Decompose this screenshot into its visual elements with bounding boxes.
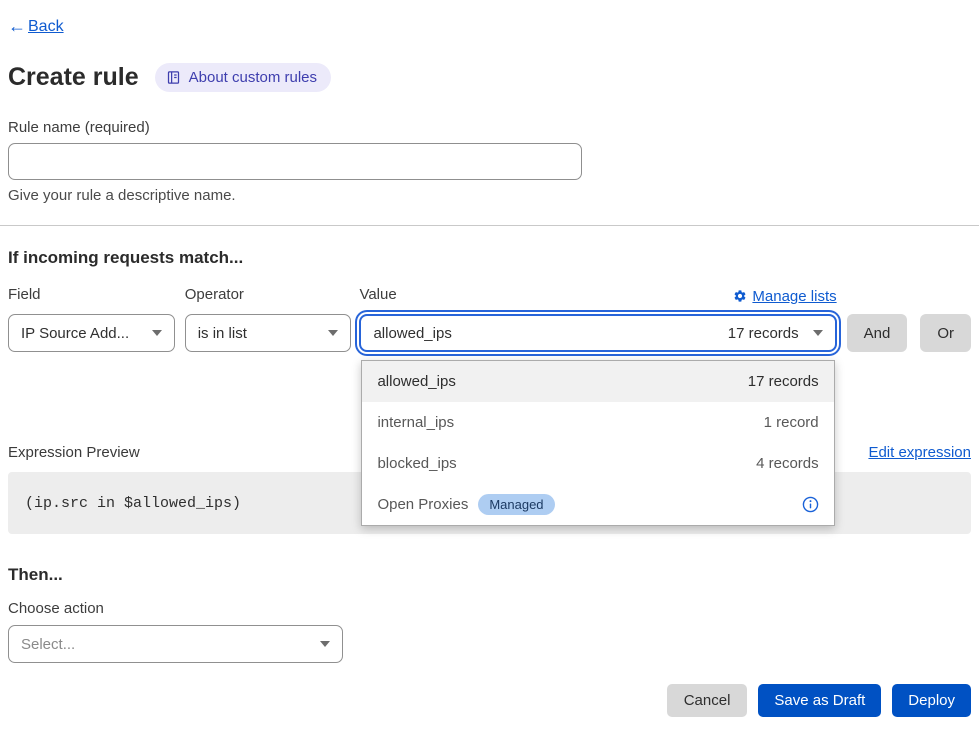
field-select[interactable]: IP Source Add... (8, 314, 175, 352)
list-option-open-proxies[interactable]: Open Proxies Managed (362, 484, 833, 525)
book-icon (166, 70, 181, 85)
action-select[interactable]: Select... (8, 625, 343, 663)
action-select-placeholder: Select... (21, 636, 75, 653)
match-section-heading: If incoming requests match... (8, 248, 971, 268)
gear-icon (733, 289, 747, 303)
list-option-name: blocked_ips (377, 455, 456, 472)
manage-lists-label[interactable]: Manage lists (752, 288, 836, 305)
expression-preview-label: Expression Preview (8, 444, 140, 461)
info-icon[interactable] (802, 496, 819, 513)
operator-label: Operator (185, 286, 352, 306)
arrow-left-icon: ← (8, 16, 26, 37)
chevron-down-icon (813, 330, 823, 336)
manage-lists-link[interactable]: Manage lists (733, 288, 836, 305)
chevron-down-icon (320, 641, 330, 647)
field-select-value: IP Source Add... (21, 325, 129, 342)
choose-action-label: Choose action (8, 600, 971, 617)
back-row: ← Back (8, 16, 971, 37)
rule-name-label: Rule name (required) (8, 119, 971, 136)
value-select-count: 17 records (728, 325, 799, 342)
or-button[interactable]: Or (920, 314, 971, 352)
managed-badge: Managed (478, 494, 554, 515)
chevron-down-icon (328, 330, 338, 336)
list-option-blocked-ips[interactable]: blocked_ips 4 records (362, 443, 833, 484)
expression-code: (ip.src in $allowed_ips) (25, 495, 241, 512)
title-row: Create rule About custom rules (8, 63, 971, 92)
edit-expression-link[interactable]: Edit expression (868, 444, 971, 461)
page-title: Create rule (8, 63, 139, 92)
deploy-button[interactable]: Deploy (892, 684, 971, 717)
list-option-count: 17 records (748, 373, 819, 390)
operator-select-value: is in list (198, 325, 247, 342)
back-link[interactable]: Back (28, 18, 64, 36)
footer-actions: Cancel Save as Draft Deploy (8, 684, 971, 717)
create-rule-page: ← Back Create rule About custom rules Ru… (0, 16, 979, 717)
rule-name-helper: Give your rule a descriptive name. (8, 187, 971, 204)
rule-name-input[interactable] (8, 143, 582, 180)
list-option-allowed-ips[interactable]: allowed_ips 17 records (362, 361, 833, 402)
list-option-internal-ips[interactable]: internal_ips 1 record (362, 402, 833, 443)
field-label: Field (8, 286, 175, 306)
value-select[interactable]: allowed_ips 17 records (359, 314, 836, 352)
list-option-name: internal_ips (377, 414, 454, 431)
chevron-down-icon (152, 330, 162, 336)
list-dropdown: allowed_ips 17 records internal_ips 1 re… (361, 360, 834, 526)
list-option-count: 4 records (756, 455, 819, 472)
value-label: Value (359, 286, 396, 306)
operator-select[interactable]: is in list (185, 314, 352, 352)
section-divider (0, 225, 979, 226)
list-option-name: Open Proxies (377, 496, 468, 513)
cancel-button[interactable]: Cancel (667, 684, 748, 717)
list-option-count: 1 record (764, 414, 819, 431)
save-as-draft-button[interactable]: Save as Draft (758, 684, 881, 717)
list-option-name: allowed_ips (377, 373, 455, 390)
then-section-heading: Then... (8, 565, 971, 585)
condition-builder-row: Field IP Source Add... Operator is in li… (8, 286, 971, 352)
about-custom-rules-link[interactable]: About custom rules (155, 63, 331, 92)
and-button[interactable]: And (847, 314, 908, 352)
about-badge-label: About custom rules (189, 69, 317, 86)
value-select-name: allowed_ips (373, 325, 451, 342)
